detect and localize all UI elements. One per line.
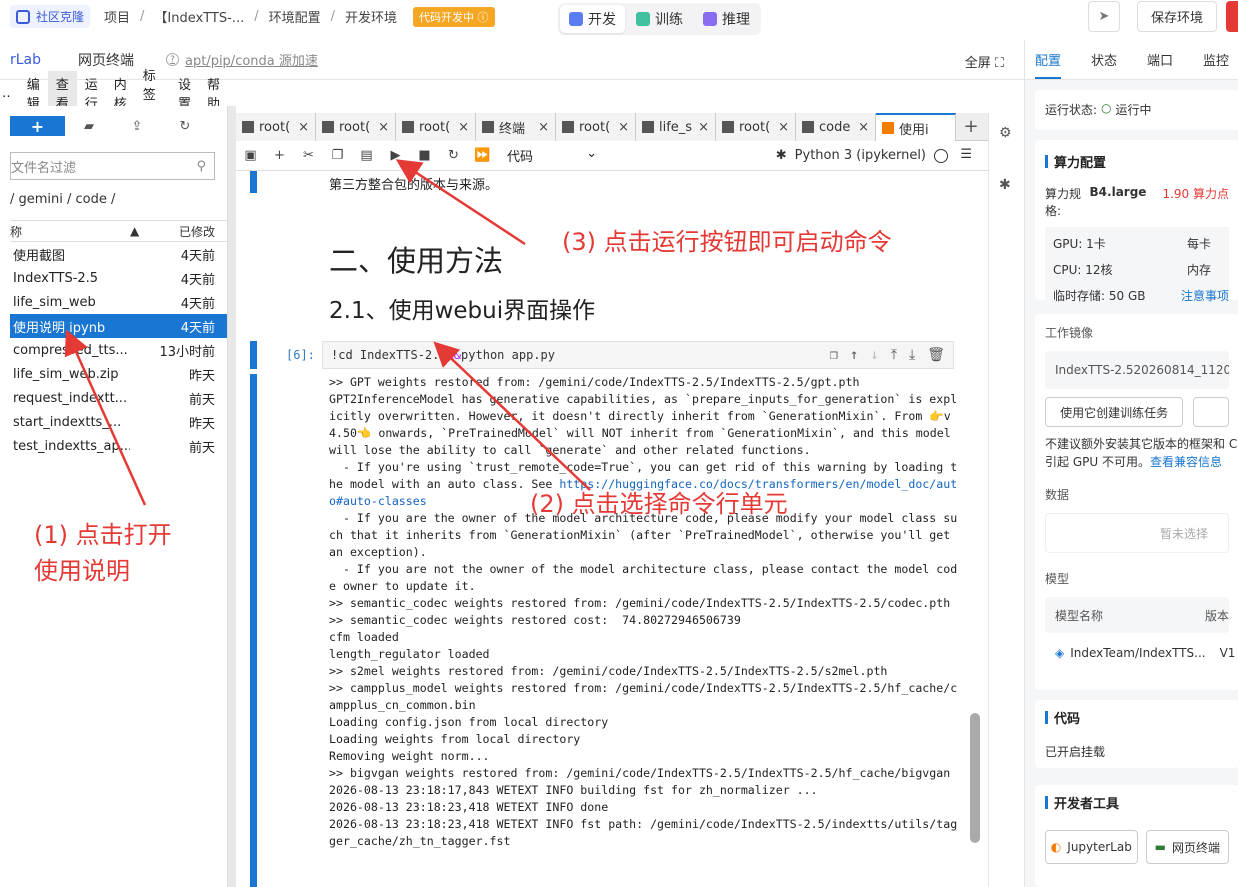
arrow-1: [64, 329, 147, 506]
annotation-arrows: [64, 159, 591, 506]
arrow-3: [395, 159, 526, 246]
arrow-2: [433, 341, 591, 491]
annotation-step-3: (3) 点击运行按钮即可启动命令: [562, 228, 892, 256]
annotation-step-1-line1: (1) 点击打开: [34, 521, 172, 549]
annotation-step-1-line2: 使用说明: [34, 557, 130, 585]
annotation-step-2: (2) 点击选择命令行单元: [530, 490, 788, 518]
annotation-step-1: (1) 点击打开 使用说明: [34, 517, 172, 589]
